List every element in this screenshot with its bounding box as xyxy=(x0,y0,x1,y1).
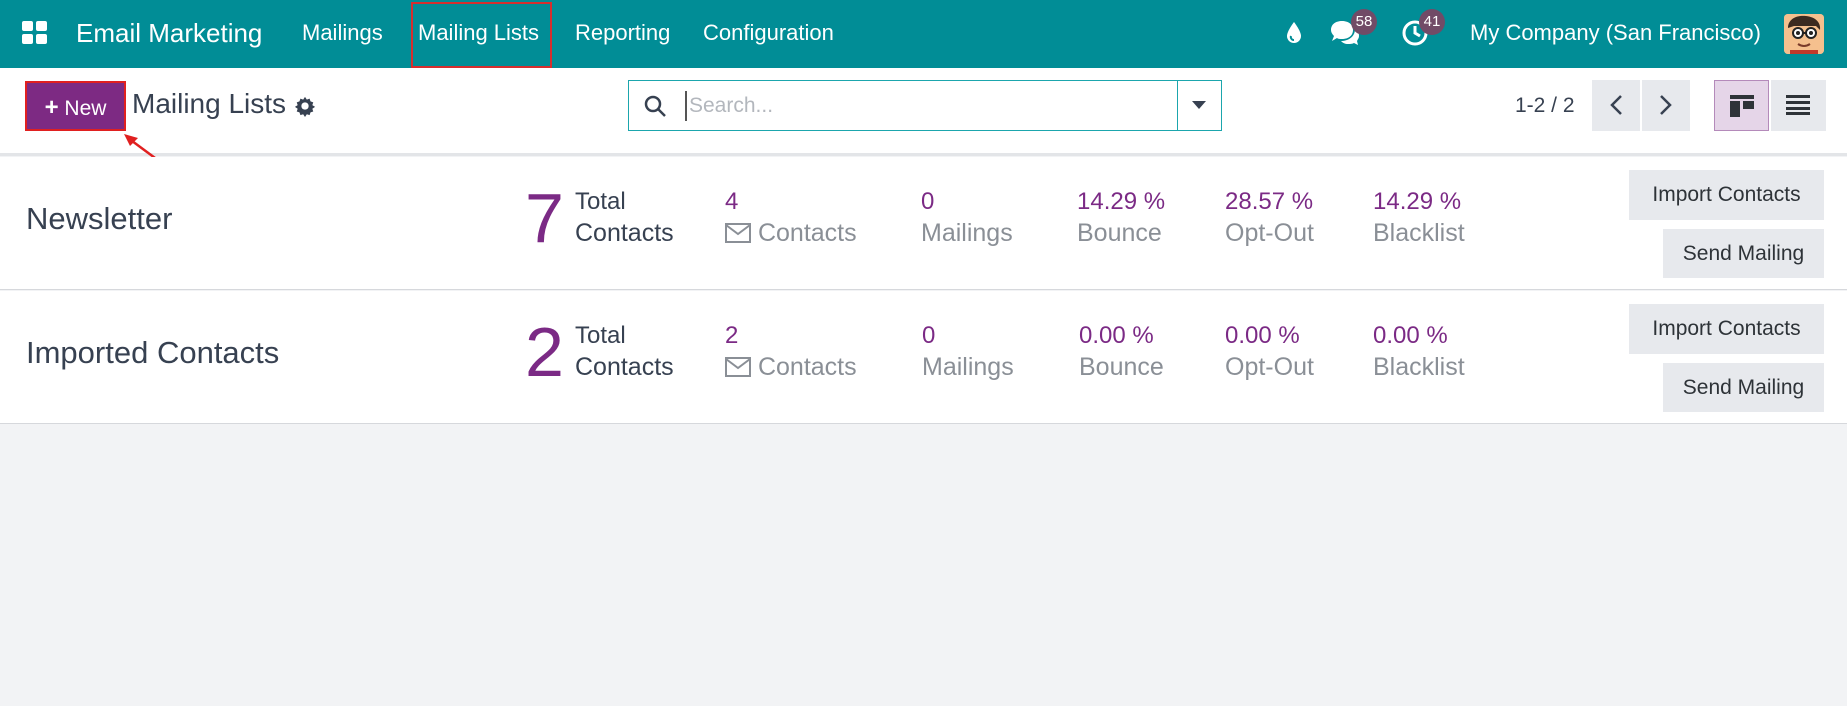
plus-icon: + xyxy=(44,94,59,121)
mailing-list-card[interactable]: Newsletter 7 Total Contacts 4 Contacts 0… xyxy=(0,157,1847,290)
apps-grid-icon[interactable] xyxy=(22,21,48,45)
list-icon xyxy=(1786,95,1810,115)
contacts-value[interactable]: 2 xyxy=(725,322,738,350)
caret-down-icon xyxy=(1192,101,1206,109)
page-title: Mailing Lists xyxy=(132,88,287,119)
import-contacts-button[interactable]: Import Contacts xyxy=(1629,304,1824,354)
blacklist-label: Blacklist xyxy=(1373,353,1465,381)
contacts-stat-label: Contacts xyxy=(757,353,857,381)
bounce-label: Bounce xyxy=(1077,219,1162,247)
chevron-left-icon xyxy=(1610,95,1622,115)
total-contacts-value: 7 xyxy=(525,179,564,257)
list-name[interactable]: Imported Contacts xyxy=(26,335,279,371)
messages-badge: 58 xyxy=(1351,9,1377,35)
bounce-label: Bounce xyxy=(1079,353,1164,381)
user-avatar[interactable] xyxy=(1784,14,1824,54)
search-input[interactable] xyxy=(685,91,1155,121)
search-icon xyxy=(644,95,666,117)
total-label: Total xyxy=(575,188,626,215)
contacts-value[interactable]: 4 xyxy=(725,188,738,216)
menu-reporting[interactable]: Reporting xyxy=(575,0,670,68)
droplet-icon[interactable] xyxy=(1285,21,1303,45)
search-options-toggle[interactable] xyxy=(1177,81,1221,130)
control-panel: + New Mailing Lists 1-2 / 2 xyxy=(0,68,1847,156)
highlight-mailing-lists xyxy=(411,2,552,68)
contacts-stat-label: Contacts xyxy=(757,219,857,247)
new-button-label: New xyxy=(64,97,107,120)
send-mailing-button[interactable]: Send Mailing xyxy=(1663,229,1824,278)
bounce-value[interactable]: 0.00 % xyxy=(1079,322,1154,350)
mailings-value[interactable]: 0 xyxy=(922,322,935,350)
envelope-icon xyxy=(725,223,751,243)
pager-next-button[interactable] xyxy=(1642,80,1690,131)
mailings-label: Mailings xyxy=(922,353,1014,381)
pager-previous-button[interactable] xyxy=(1592,80,1640,131)
optout-value[interactable]: 28.57 % xyxy=(1225,188,1313,216)
search-box xyxy=(628,80,1222,131)
chevron-right-icon xyxy=(1660,95,1672,115)
total-contacts-value: 2 xyxy=(525,313,564,391)
kanban-view-button[interactable] xyxy=(1714,80,1769,131)
app-brand[interactable]: Email Marketing xyxy=(76,0,262,68)
contacts-stat[interactable]: Contacts xyxy=(725,353,857,382)
bounce-value[interactable]: 14.29 % xyxy=(1077,188,1165,216)
kanban-icon xyxy=(1730,95,1754,117)
contacts-label: Contacts xyxy=(575,219,674,247)
company-switcher[interactable]: My Company (San Francisco) xyxy=(1470,0,1761,68)
top-navbar: Email Marketing Mailings Mailing Lists R… xyxy=(0,0,1847,68)
optout-value[interactable]: 0.00 % xyxy=(1225,322,1300,350)
mailing-list-card[interactable]: Imported Contacts 2 Total Contacts 2 Con… xyxy=(0,291,1847,424)
menu-mailings[interactable]: Mailings xyxy=(302,0,383,68)
pager-value[interactable]: 1-2 / 2 xyxy=(1515,94,1575,118)
envelope-icon xyxy=(725,357,751,377)
menu-configuration[interactable]: Configuration xyxy=(703,0,834,68)
contacts-label: Contacts xyxy=(575,353,674,381)
send-mailing-button[interactable]: Send Mailing xyxy=(1663,363,1824,412)
optout-label: Opt-Out xyxy=(1225,219,1314,247)
mailings-value[interactable]: 0 xyxy=(921,188,934,216)
blacklist-value[interactable]: 0.00 % xyxy=(1373,322,1448,350)
mailings-label: Mailings xyxy=(921,219,1013,247)
total-label: Total xyxy=(575,322,626,349)
import-contacts-button[interactable]: Import Contacts xyxy=(1629,170,1824,220)
gear-icon[interactable] xyxy=(294,95,316,117)
blacklist-label: Blacklist xyxy=(1373,219,1465,247)
optout-label: Opt-Out xyxy=(1225,353,1314,381)
activities-badge: 41 xyxy=(1419,9,1445,35)
contacts-stat[interactable]: Contacts xyxy=(725,219,857,248)
new-button[interactable]: + New xyxy=(25,81,126,131)
list-name[interactable]: Newsletter xyxy=(26,201,172,237)
blacklist-value[interactable]: 14.29 % xyxy=(1373,188,1461,216)
list-view-button[interactable] xyxy=(1771,80,1826,131)
